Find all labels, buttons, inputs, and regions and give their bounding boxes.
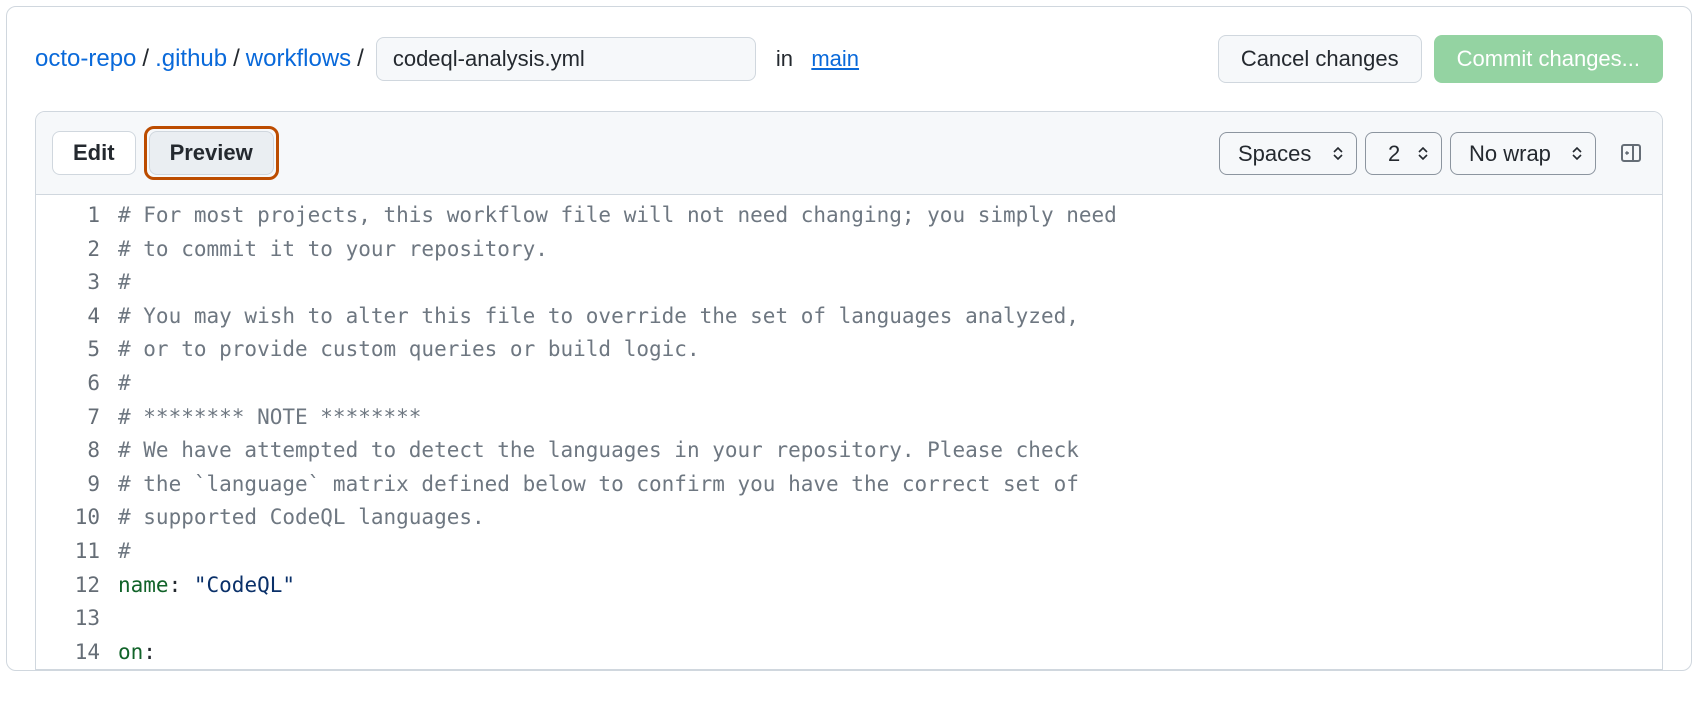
code-editor[interactable]: 1234567891011121314 # For most projects,… [36, 195, 1662, 669]
breadcrumb: octo-repo / .github / workflows / [35, 37, 756, 81]
line-number: 10 [36, 501, 100, 535]
code-line[interactable]: # We have attempted to detect the langua… [118, 434, 1662, 468]
line-number: 14 [36, 636, 100, 670]
filename-input[interactable] [376, 37, 756, 81]
code-line[interactable]: # or to provide custom queries or build … [118, 333, 1662, 367]
breadcrumb-segment-github[interactable]: .github [155, 45, 227, 73]
editor-toolbar: Edit Preview Spaces 2 [36, 112, 1662, 195]
cancel-changes-button[interactable]: Cancel changes [1218, 35, 1422, 83]
indent-mode-select[interactable]: Spaces [1219, 132, 1357, 175]
preview-highlight: Preview [144, 126, 279, 180]
code-line[interactable]: # supported CodeQL languages. [118, 501, 1662, 535]
breadcrumb-repo[interactable]: octo-repo [35, 45, 136, 73]
line-number: 2 [36, 233, 100, 267]
in-label: in [776, 46, 793, 71]
code-line[interactable]: # [118, 367, 1662, 401]
line-number: 13 [36, 602, 100, 636]
breadcrumb-separator: / [351, 45, 370, 73]
line-number: 6 [36, 367, 100, 401]
code-line[interactable]: # [118, 266, 1662, 300]
code-content[interactable]: # For most projects, this workflow file … [118, 199, 1662, 669]
indent-size-select[interactable]: 2 [1365, 132, 1442, 175]
code-line[interactable]: # For most projects, this workflow file … [118, 199, 1662, 233]
line-number: 8 [36, 434, 100, 468]
code-line[interactable]: # ******** NOTE ******** [118, 401, 1662, 435]
line-number: 11 [36, 535, 100, 569]
code-line[interactable] [118, 602, 1662, 636]
line-number: 5 [36, 333, 100, 367]
code-line[interactable]: # to commit it to your repository. [118, 233, 1662, 267]
line-number: 9 [36, 468, 100, 502]
code-line[interactable]: on: [118, 636, 1662, 670]
editor-box: Edit Preview Spaces 2 [35, 111, 1663, 670]
branch-indicator: in main [776, 46, 859, 72]
line-number: 4 [36, 300, 100, 334]
line-number-gutter: 1234567891011121314 [36, 199, 118, 669]
line-number: 1 [36, 199, 100, 233]
code-line[interactable]: # You may wish to alter this file to ove… [118, 300, 1662, 334]
branch-link[interactable]: main [811, 46, 859, 71]
code-line[interactable]: name: "CodeQL" [118, 569, 1662, 603]
panel-toggle-icon[interactable] [1616, 138, 1646, 168]
code-line[interactable]: # the `language` matrix defined below to… [118, 468, 1662, 502]
tab-edit[interactable]: Edit [52, 131, 136, 175]
line-number: 3 [36, 266, 100, 300]
file-header: octo-repo / .github / workflows / in mai… [35, 35, 1663, 83]
breadcrumb-segment-workflows[interactable]: workflows [246, 45, 351, 73]
wrap-mode-select[interactable]: No wrap [1450, 132, 1596, 175]
line-number: 7 [36, 401, 100, 435]
line-number: 12 [36, 569, 100, 603]
commit-changes-button[interactable]: Commit changes... [1434, 35, 1663, 83]
tab-preview[interactable]: Preview [149, 131, 274, 175]
breadcrumb-separator: / [227, 45, 246, 73]
code-line[interactable]: # [118, 535, 1662, 569]
breadcrumb-separator: / [136, 45, 155, 73]
